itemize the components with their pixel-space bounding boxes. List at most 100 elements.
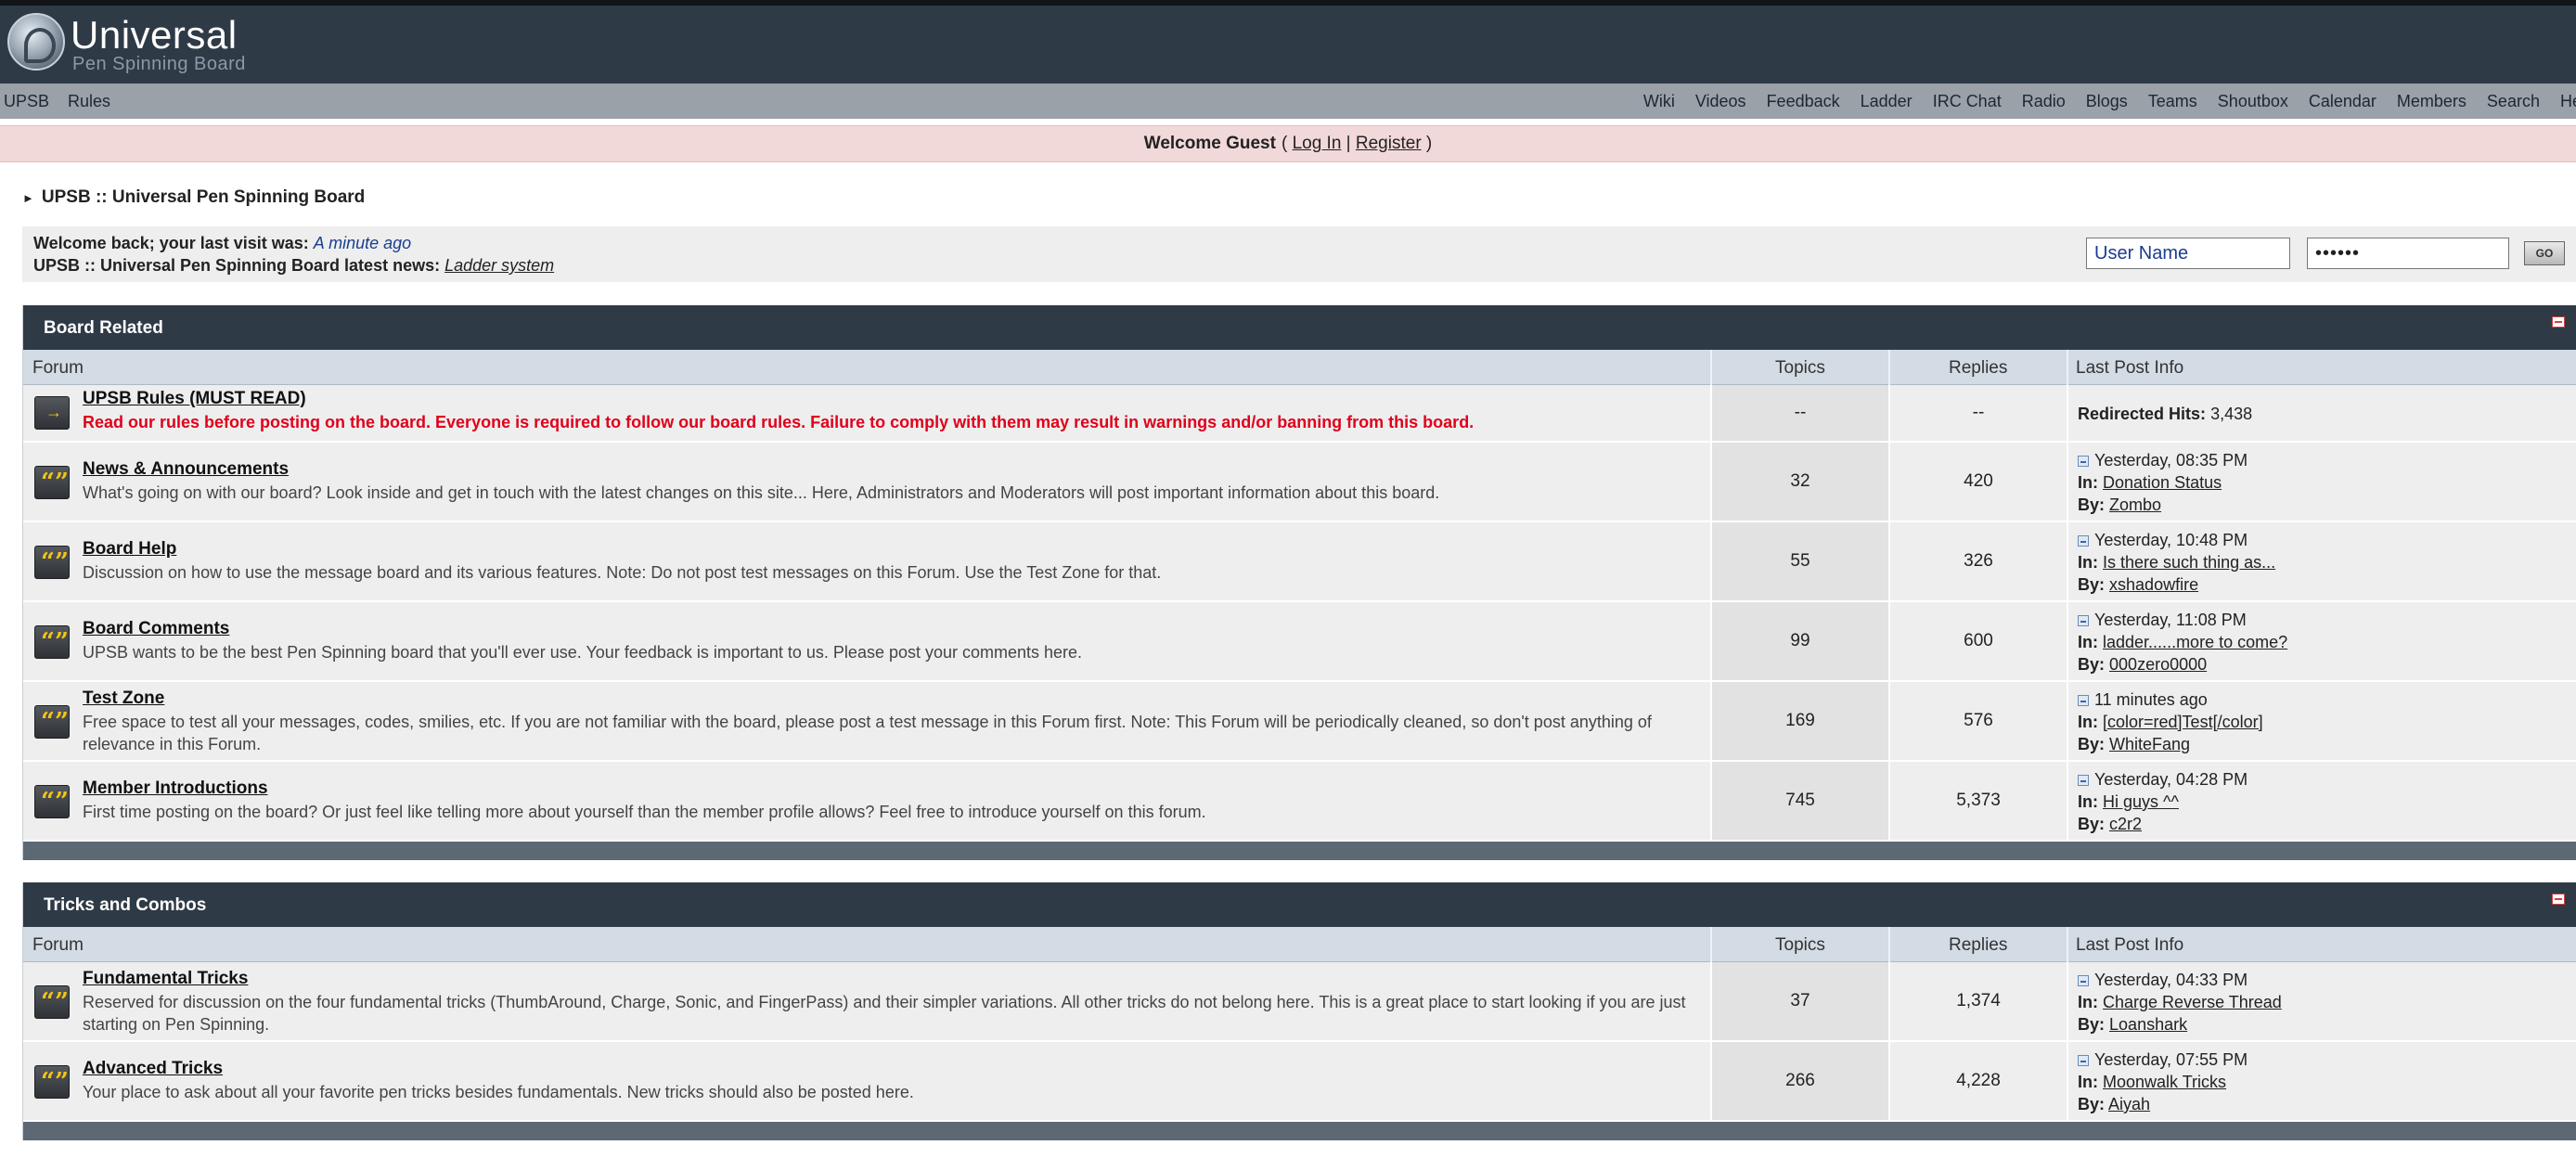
logo-title[interactable]: Universal <box>71 13 238 58</box>
last-visit-label: Welcome back; your last visit was: <box>33 234 309 252</box>
last-post-user-link[interactable]: Loanshark <box>2109 1015 2187 1034</box>
nav-link-ladder[interactable]: Ladder <box>1861 92 1913 111</box>
last-post-time: Yesterday, 04:33 PM <box>2094 971 2248 989</box>
welcome-bar: Welcome Guest ( Log In | Register ) <box>0 125 2576 162</box>
forum-row-advanced-tricks: Advanced Tricks Your place to ask about … <box>23 1042 2576 1122</box>
nav-left: UPSB Rules <box>4 84 110 119</box>
forum-quote-icon <box>34 785 70 818</box>
go-button[interactable]: GO <box>2524 241 2565 265</box>
last-post-topic-link[interactable]: ladder......more to come? <box>2103 633 2287 651</box>
by-label: By: <box>2078 1015 2106 1034</box>
forum-description: What's going on with our board? Look ins… <box>83 483 1440 502</box>
by-label: By: <box>2078 495 2106 514</box>
breadcrumb: ► UPSB :: Universal Pen Spinning Board <box>22 187 365 208</box>
last-post-user-link[interactable]: c2r2 <box>2109 815 2142 833</box>
replies-count: 576 <box>1890 682 2067 760</box>
nav-link-members[interactable]: Members <box>2397 92 2467 111</box>
site-header: Universal Pen Spinning Board <box>0 6 2576 84</box>
forum-link[interactable]: Advanced Tricks <box>83 1059 223 1079</box>
last-post-user-link[interactable]: Aiyah <box>2108 1095 2150 1113</box>
last-post-info: Yesterday, 04:33 PM In: Charge Reverse T… <box>2068 962 2576 1040</box>
by-label: By: <box>2078 575 2106 594</box>
password-input[interactable] <box>2307 238 2509 269</box>
last-post-user-link[interactable]: WhiteFang <box>2109 735 2190 753</box>
column-divider <box>1888 350 1890 385</box>
last-post-topic-link[interactable]: Donation Status <box>2103 473 2222 492</box>
in-label: In: <box>2078 792 2098 811</box>
nav-link-rules[interactable]: Rules <box>68 92 110 111</box>
info-box: Welcome back; your last visit was: A min… <box>22 226 2576 282</box>
last-post-icon[interactable] <box>2078 535 2089 547</box>
nav-link-blogs[interactable]: Blogs <box>2086 92 2128 111</box>
category-title[interactable]: Tricks and Combos <box>44 895 206 916</box>
welcome-close-paren: ) <box>1425 134 1433 153</box>
nav-link-wiki[interactable]: Wiki <box>1643 92 1675 111</box>
collapse-icon[interactable] <box>2552 894 2565 905</box>
forum-row-member-introductions: Member Introductions First time posting … <box>23 762 2576 842</box>
last-post-info: Yesterday, 10:48 PM In: Is there such th… <box>2068 522 2576 600</box>
nav-link-teams[interactable]: Teams <box>2148 92 2197 111</box>
nav-link-upsb[interactable]: UPSB <box>4 92 49 111</box>
forum-quote-icon <box>34 546 70 579</box>
last-visit-line: Welcome back; your last visit was: A min… <box>33 234 411 253</box>
replies-count: -- <box>1890 385 2067 441</box>
last-post-icon[interactable] <box>2078 695 2089 706</box>
last-post-topic-link[interactable]: Hi guys ^^ <box>2103 792 2179 811</box>
last-post-icon[interactable] <box>2078 615 2089 626</box>
register-link[interactable]: Register <box>1356 134 1422 154</box>
topics-count: 99 <box>1712 602 1888 680</box>
last-post-icon[interactable] <box>2078 975 2089 986</box>
column-divider <box>1888 927 1890 962</box>
forum-quote-icon <box>34 705 70 739</box>
breadcrumb-link[interactable]: UPSB :: Universal Pen Spinning Board <box>42 187 365 208</box>
category-title[interactable]: Board Related <box>44 318 163 339</box>
nav-link-radio[interactable]: Radio <box>2022 92 2066 111</box>
col-topics: Topics <box>1775 358 1825 378</box>
last-post-topic-link[interactable]: [color=red]Test[/color] <box>2103 713 2263 731</box>
col-topics: Topics <box>1775 935 1825 955</box>
topics-count: 266 <box>1712 1042 1888 1120</box>
last-post-topic-link[interactable]: Is there such thing as... <box>2103 553 2275 572</box>
last-post-topic-link[interactable]: Charge Reverse Thread <box>2103 993 2282 1011</box>
nav-link-irc-chat[interactable]: IRC Chat <box>1933 92 2002 111</box>
forum-link[interactable]: Member Introductions <box>83 778 268 799</box>
replies-count: 600 <box>1890 602 2067 680</box>
last-post-info: Redirected Hits: 3,438 <box>2068 385 2576 441</box>
last-post-topic-link[interactable]: Moonwalk Tricks <box>2103 1073 2226 1091</box>
forum-link[interactable]: Board Comments <box>83 619 229 639</box>
last-post-icon[interactable] <box>2078 775 2089 786</box>
forum-description: Reserved for discussion on the four fund… <box>83 993 1686 1034</box>
category-header: Tricks and Combos <box>23 882 2576 927</box>
latest-news-link[interactable]: Ladder system <box>444 256 554 275</box>
forum-link[interactable]: UPSB Rules (MUST READ) <box>83 389 306 409</box>
last-post-user-link[interactable]: Zombo <box>2109 495 2161 514</box>
last-post-time: Yesterday, 11:08 PM <box>2094 611 2247 629</box>
logo-icon[interactable] <box>7 13 65 71</box>
last-post-icon[interactable] <box>2078 456 2089 467</box>
nav-link-feedback[interactable]: Feedback <box>1767 92 1840 111</box>
last-post-user-link[interactable]: xshadowfire <box>2109 575 2198 594</box>
category-tricks-and-combos: Tricks and Combos Forum Topics Replies L… <box>22 882 2576 1140</box>
last-post-user-link[interactable]: 000zero0000 <box>2109 655 2207 674</box>
topics-count: 169 <box>1712 682 1888 760</box>
login-link[interactable]: Log In <box>1293 134 1342 154</box>
last-post-info: Yesterday, 04:28 PM In: Hi guys ^^ By: c… <box>2068 762 2576 840</box>
forum-link[interactable]: Board Help <box>83 539 176 560</box>
topics-count: 32 <box>1712 443 1888 521</box>
redirect-hits-value: 3,438 <box>2210 405 2253 423</box>
nav-link-search[interactable]: Search <box>2487 92 2540 111</box>
username-input[interactable] <box>2086 238 2290 269</box>
forum-link[interactable]: Fundamental Tricks <box>83 969 248 989</box>
welcome-label: Welcome Guest <box>1143 134 1276 153</box>
nav-link-videos[interactable]: Videos <box>1695 92 1746 111</box>
collapse-icon[interactable] <box>2552 316 2565 328</box>
nav-link-calendar[interactable]: Calendar <box>2309 92 2376 111</box>
nav-link-shoutbox[interactable]: Shoutbox <box>2218 92 2288 111</box>
nav-link-help[interactable]: Help <box>2560 92 2576 111</box>
forum-link[interactable]: News & Announcements <box>83 459 289 480</box>
col-forum: Forum <box>32 935 84 955</box>
nav-right: Wiki Videos Feedback Ladder IRC Chat Rad… <box>1643 84 2576 119</box>
forum-link[interactable]: Test Zone <box>83 688 164 709</box>
topics-count: 745 <box>1712 762 1888 840</box>
last-post-icon[interactable] <box>2078 1055 2089 1066</box>
